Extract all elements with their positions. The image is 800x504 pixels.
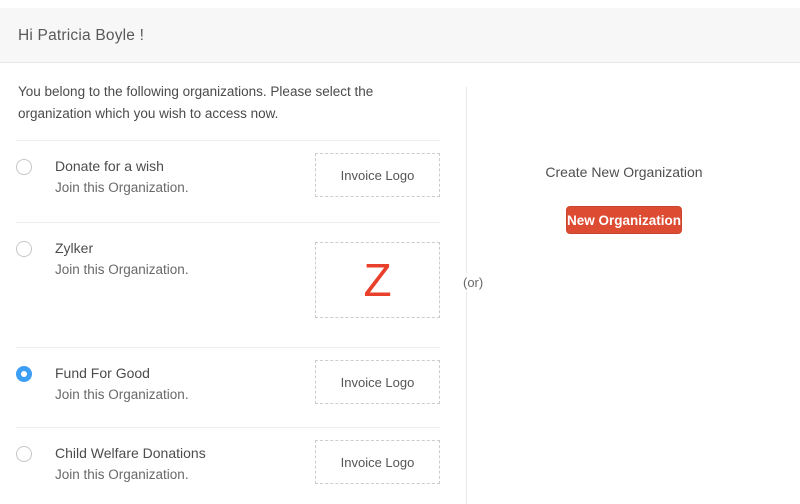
- org-name: Zylker: [55, 238, 189, 259]
- org-row-fund-for-good[interactable]: Fund For Good Join this Organization. In…: [16, 347, 440, 427]
- radio-button[interactable]: [16, 159, 32, 175]
- vertical-divider: [466, 87, 467, 504]
- greeting-text: Hi Patricia Boyle !: [0, 8, 800, 63]
- org-logo-placeholder: Invoice Logo: [315, 440, 440, 484]
- radio-button[interactable]: [16, 446, 32, 462]
- org-texts: Fund For Good Join this Organization.: [55, 363, 189, 406]
- org-texts: Child Welfare Donations Join this Organi…: [55, 443, 206, 486]
- new-organization-button[interactable]: New Organization: [566, 206, 682, 234]
- page-header: Hi Patricia Boyle !: [0, 8, 800, 63]
- org-subtitle: Join this Organization.: [55, 259, 189, 281]
- org-texts: Donate for a wish Join this Organization…: [55, 156, 189, 199]
- org-logo-letter: Z: [315, 242, 440, 318]
- org-logo-placeholder: Invoice Logo: [315, 360, 440, 404]
- create-new-organization-heading: Create New Organization: [464, 164, 784, 180]
- org-name: Fund For Good: [55, 363, 189, 384]
- or-label: (or): [460, 273, 486, 292]
- organization-select-page: Hi Patricia Boyle ! You belong to the fo…: [0, 0, 800, 504]
- org-row-zylker[interactable]: Zylker Join this Organization. Z: [16, 222, 440, 347]
- intro-text: You belong to the following organization…: [18, 81, 446, 125]
- org-subtitle: Join this Organization.: [55, 384, 189, 406]
- org-name: Child Welfare Donations: [55, 443, 206, 464]
- organization-list: Donate for a wish Join this Organization…: [16, 140, 440, 504]
- org-row-donate-for-a-wish[interactable]: Donate for a wish Join this Organization…: [16, 140, 440, 222]
- org-name: Donate for a wish: [55, 156, 189, 177]
- org-row-child-welfare-donations[interactable]: Child Welfare Donations Join this Organi…: [16, 427, 440, 504]
- radio-button-selected[interactable]: [16, 366, 32, 382]
- org-subtitle: Join this Organization.: [55, 177, 189, 199]
- org-logo-placeholder: Invoice Logo: [315, 153, 440, 197]
- radio-button[interactable]: [16, 241, 32, 257]
- org-texts: Zylker Join this Organization.: [55, 238, 189, 281]
- org-subtitle: Join this Organization.: [55, 464, 206, 486]
